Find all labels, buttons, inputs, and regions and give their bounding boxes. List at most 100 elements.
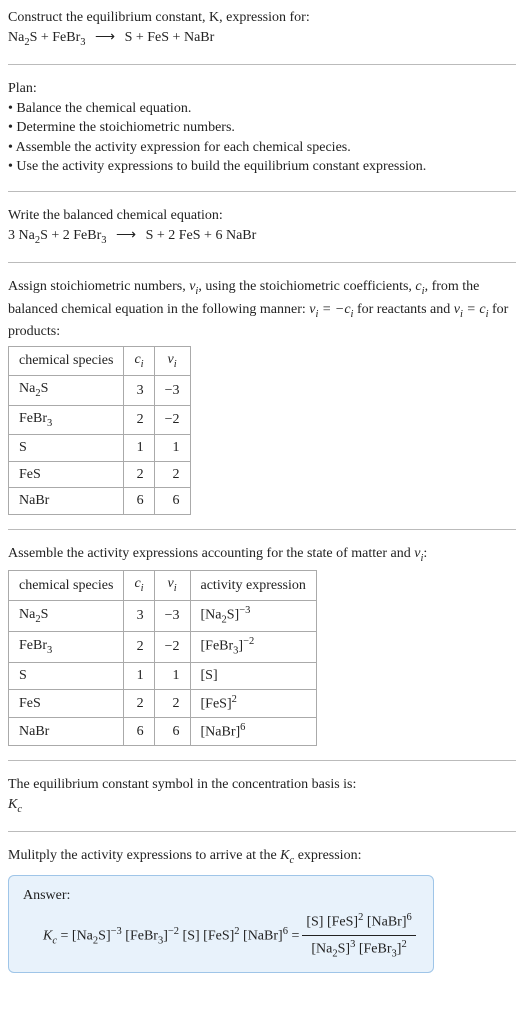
answer-label: Answer: bbox=[23, 886, 419, 906]
cell-activity: [Na2S]−3 bbox=[190, 600, 316, 631]
cell-ci: 6 bbox=[124, 488, 154, 515]
cell-ci: 1 bbox=[124, 435, 154, 462]
plan-title: Plan: bbox=[8, 79, 516, 99]
kc-symbol: Kc bbox=[8, 795, 516, 817]
cell-species: S bbox=[9, 663, 124, 690]
symbol-sub: i bbox=[141, 583, 144, 594]
fraction-denominator: [Na2S]3 [FeBr3]2 bbox=[302, 936, 415, 962]
divider bbox=[8, 64, 516, 65]
sup: 2 bbox=[232, 694, 237, 705]
cell-species: Na2S bbox=[9, 600, 124, 631]
text: [FeBr bbox=[201, 639, 234, 654]
col-ci: ci bbox=[124, 571, 154, 600]
col-nui: νi bbox=[154, 571, 190, 600]
cell-activity: [FeS]2 bbox=[190, 689, 316, 717]
cell-nui: 1 bbox=[154, 435, 190, 462]
sup: 2 bbox=[401, 939, 406, 950]
text: [FeS] bbox=[201, 696, 232, 711]
cell-ci: 2 bbox=[124, 405, 154, 434]
cell-activity: [NaBr]6 bbox=[190, 718, 316, 746]
text: Assign stoichiometric numbers, bbox=[8, 279, 189, 294]
text: : bbox=[423, 546, 427, 561]
cell-nui: −2 bbox=[154, 405, 190, 434]
multiply-intro: Mulitply the activity expressions to arr… bbox=[8, 846, 516, 868]
eq-part: Na bbox=[8, 30, 24, 45]
text: Mulitply the activity expressions to arr… bbox=[8, 848, 280, 863]
text: expression: bbox=[294, 848, 361, 863]
text: [S] [FeS] bbox=[306, 915, 358, 930]
cell-species: NaBr bbox=[9, 488, 124, 515]
symbol-sub: i bbox=[141, 358, 144, 369]
plan-section: Plan: • Balance the chemical equation. •… bbox=[8, 79, 516, 177]
eq-part: S + 2 FeS + 6 NaBr bbox=[146, 228, 257, 243]
activity-table: chemical species ci νi activity expressi… bbox=[8, 570, 317, 746]
arrow-icon: ⟶ bbox=[110, 228, 142, 243]
activity-intro: Assemble the activity expressions accoun… bbox=[8, 544, 516, 566]
eq-part: S + FeS + NaBr bbox=[125, 30, 215, 45]
cell-ci: 3 bbox=[124, 600, 154, 631]
text: for reactants and bbox=[353, 302, 453, 317]
sup: 6 bbox=[240, 722, 245, 733]
prompt: Construct the equilibrium constant, K, e… bbox=[8, 8, 516, 50]
kc-symbol-section: The equilibrium constant symbol in the c… bbox=[8, 775, 516, 817]
cell-ci: 2 bbox=[124, 689, 154, 717]
cell-ci: 2 bbox=[124, 461, 154, 488]
text: [FeBr bbox=[122, 928, 158, 943]
text: = [Na bbox=[57, 928, 93, 943]
table-row: Na2S 3 −3 [Na2S]−3 bbox=[9, 600, 317, 631]
cell-nui: 2 bbox=[154, 461, 190, 488]
sup: −2 bbox=[168, 926, 179, 937]
table-header-row: chemical species ci νi activity expressi… bbox=[9, 571, 317, 600]
answer-box: Answer: Kc = [Na2S]−3 [FeBr3]−2 [S] [FeS… bbox=[8, 875, 434, 973]
balanced-equation: 3 Na2S + 2 FeBr3 ⟶ S + 2 FeS + 6 NaBr bbox=[8, 226, 516, 248]
divider bbox=[8, 529, 516, 530]
cell-nui: 6 bbox=[154, 718, 190, 746]
eq-part: 3 Na bbox=[8, 228, 35, 243]
divider bbox=[8, 262, 516, 263]
cell-ci: 6 bbox=[124, 718, 154, 746]
symbol-sub: i bbox=[174, 583, 177, 594]
plan-bullet: • Determine the stoichiometric numbers. bbox=[8, 118, 516, 138]
cell-species: FeBr3 bbox=[9, 405, 124, 434]
symbol-sub: i bbox=[174, 358, 177, 369]
plan-bullet: • Balance the chemical equation. bbox=[8, 99, 516, 119]
symbol-k: K bbox=[8, 797, 17, 812]
text: Na bbox=[19, 381, 35, 396]
cell-nui: 2 bbox=[154, 689, 190, 717]
text: S bbox=[41, 607, 49, 622]
cell-ci: 3 bbox=[124, 376, 154, 405]
cell-species: FeBr3 bbox=[9, 632, 124, 663]
text: [FeBr bbox=[355, 941, 391, 956]
cell-species: FeS bbox=[9, 461, 124, 488]
text: [NaBr] bbox=[363, 915, 406, 930]
symbol-k: K bbox=[43, 928, 52, 943]
table-row: Na2S 3 −3 bbox=[9, 376, 191, 405]
kc-flat: Kc = [Na2S]−3 [FeBr3]−2 [S] [FeS]2 [NaBr… bbox=[43, 925, 299, 949]
stoich-intro: Assign stoichiometric numbers, νi, using… bbox=[8, 277, 516, 342]
text: S] bbox=[338, 941, 350, 956]
eq-sub: 3 bbox=[101, 234, 106, 245]
text: = c bbox=[463, 302, 486, 317]
sup: 6 bbox=[406, 912, 411, 923]
table-row: FeS 2 2 [FeS]2 bbox=[9, 689, 317, 717]
prompt-line1: Construct the equilibrium constant, K, e… bbox=[8, 10, 310, 25]
col-nui: νi bbox=[154, 346, 190, 375]
table-header-row: chemical species ci νi bbox=[9, 346, 191, 375]
symbol-sub: c bbox=[17, 804, 22, 815]
table-row: FeBr3 2 −2 bbox=[9, 405, 191, 434]
plan-bullet: • Assemble the activity expression for e… bbox=[8, 138, 516, 158]
eq-sub: 3 bbox=[80, 36, 85, 47]
kc-fraction: [S] [FeS]2 [NaBr]6 [Na2S]3 [FeBr3]2 bbox=[302, 911, 415, 961]
cell-nui: −2 bbox=[154, 632, 190, 663]
balanced-intro: Write the balanced chemical equation: bbox=[8, 206, 516, 226]
text: FeBr bbox=[19, 411, 47, 426]
cell-nui: 6 bbox=[154, 488, 190, 515]
divider bbox=[8, 191, 516, 192]
divider bbox=[8, 831, 516, 832]
kc-expression: Kc = [Na2S]−3 [FeBr3]−2 [S] [FeS]2 [NaBr… bbox=[23, 911, 419, 961]
text: [NaBr] bbox=[240, 928, 283, 943]
col-ci: ci bbox=[124, 346, 154, 375]
text: S bbox=[41, 381, 49, 396]
sub: 3 bbox=[47, 417, 52, 428]
sup: −2 bbox=[243, 636, 254, 647]
